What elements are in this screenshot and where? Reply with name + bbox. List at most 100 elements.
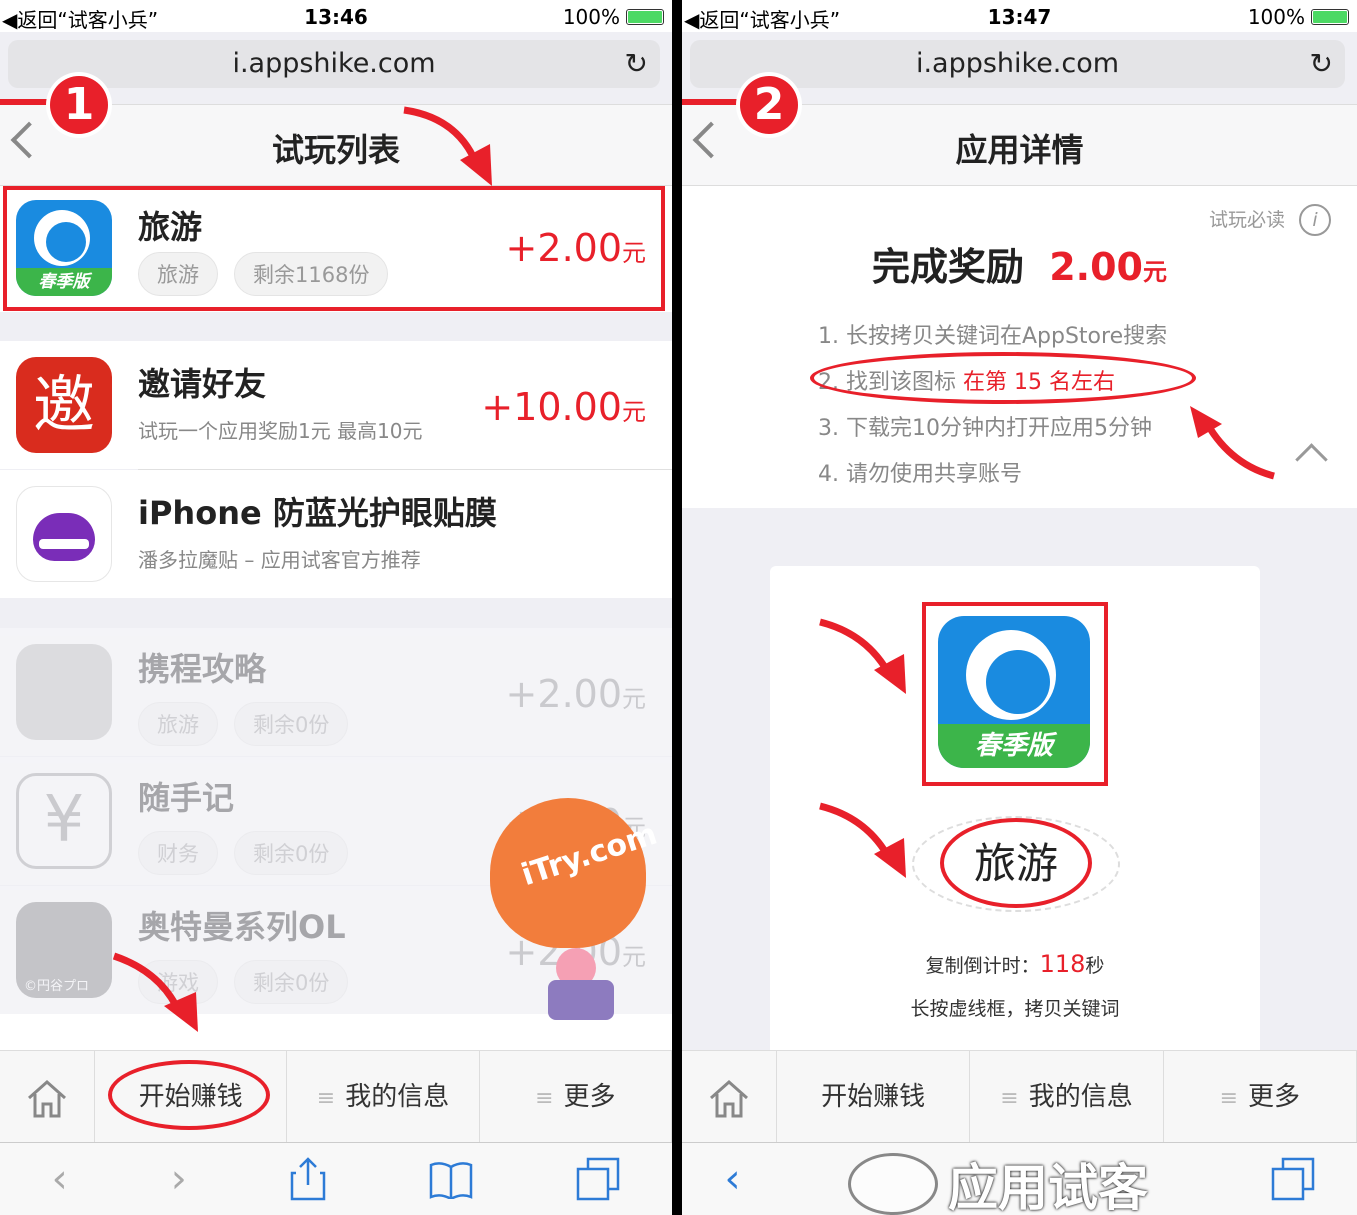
reward-price: +2.00元 <box>506 672 646 716</box>
tag-list: 财务 剩余0份 <box>138 831 364 875</box>
collapse-chevron-icon[interactable] <box>1295 443 1328 476</box>
tab-home[interactable] <box>0 1051 95 1143</box>
icon-caption: ©円谷プロ <box>24 979 90 994</box>
countdown-label: 复制倒计时： <box>925 955 1040 977</box>
info-icon: i <box>1299 204 1331 236</box>
countdown-value: 118 <box>1039 950 1086 978</box>
basket-icon <box>548 980 614 1020</box>
menu-icon: ≡ <box>1219 1086 1239 1111</box>
battery-status: 100% <box>563 5 664 29</box>
app-name: 携程攻略 <box>138 650 267 688</box>
remaining-tag: 剩余0份 <box>234 960 349 1004</box>
price-unit: 元 <box>622 398 646 426</box>
tab-label: 我的信息 <box>345 1082 450 1112</box>
rule-item: 3. 下载完10分钟内打开应用5分钟 <box>818 416 1152 441</box>
highlight-oval <box>108 1060 270 1130</box>
bookmarks-icon[interactable] <box>429 1159 473 1199</box>
address-bar[interactable]: i.appshike.com ↻ <box>8 40 660 88</box>
rules-list: 1. 长按拷贝关键词在AppStore搜索 2. 找到该图标 在第 15 名左右… <box>818 318 1167 502</box>
item-description: 试玩一个应用奖励1元 最高10元 <box>138 419 423 443</box>
tab-more[interactable]: ≡ 更多 <box>480 1051 672 1143</box>
reward-price: +10.00元 <box>481 385 646 429</box>
item-description: 潘多拉魔贴 – 应用试客官方推荐 <box>138 548 421 572</box>
must-read-link[interactable]: 试玩必读 i <box>1209 204 1331 236</box>
ctrip-guide-icon <box>16 644 112 740</box>
copy-hint: 长按虚线框，拷贝关键词 <box>910 998 1120 1020</box>
forward-icon[interactable]: › <box>171 1156 187 1202</box>
highlight-oval <box>940 818 1092 908</box>
countdown: 复制倒计时：118秒 <box>770 950 1260 978</box>
list-item-disabled: 携程攻略 旅游 剩余0份 +2.00元 <box>0 628 672 756</box>
annotation-arrow-icon <box>819 618 906 694</box>
back-icon[interactable]: ‹ <box>52 1156 68 1202</box>
tab-my-info[interactable]: ≡ 我的信息 <box>970 1051 1164 1143</box>
ultraman-icon: ©円谷プロ <box>16 902 112 998</box>
safari-toolbar: ‹ › <box>0 1142 672 1215</box>
balloon-mascot: iTry.com <box>490 798 661 1028</box>
tab-more[interactable]: ≡ 更多 <box>1164 1051 1357 1143</box>
category-tag: 旅游 <box>138 702 218 746</box>
app-name: 奥特曼系列OL <box>138 908 346 946</box>
countdown-unit: 秒 <box>1085 955 1105 977</box>
tab-label: 开始赚钱 <box>821 1082 926 1112</box>
tag-list: 旅游 剩余0份 <box>138 702 364 746</box>
tabs-icon[interactable] <box>576 1157 620 1201</box>
annotation-arrow-icon <box>1190 406 1275 480</box>
right-screen: ◀返回“试客小兵” 13:47 100% i.appshike.com ↻ 应用… <box>682 0 1357 1215</box>
price-value: +2.00 <box>505 672 622 716</box>
home-icon <box>28 1079 66 1117</box>
menu-icon: ≡ <box>316 1086 336 1111</box>
annotation-line <box>682 99 742 105</box>
share-icon[interactable] <box>290 1157 326 1201</box>
list-item-invite[interactable]: 邀 邀请好友 试玩一个应用奖励1元 最高10元 +10.00元 <box>0 341 672 469</box>
menu-icon: ≡ <box>535 1086 554 1111</box>
reward-value: 2.00 <box>1049 245 1143 289</box>
highlight-box <box>922 602 1108 786</box>
list-item-ad[interactable]: iPhone 防蓝光护眼贴膜 潘多拉魔贴 – 应用试客官方推荐 <box>0 470 672 598</box>
step-badge: 1 <box>50 76 108 134</box>
left-screen: ◀返回“试客小兵” 13:46 100% i.appshike.com ↻ 试玩… <box>0 0 672 1215</box>
reload-icon[interactable]: ↻ <box>625 40 648 88</box>
page-title: 试玩列表 <box>271 131 400 169</box>
status-bar: ◀返回“试客小兵” 13:46 100% <box>0 0 672 32</box>
battery-status: 100% <box>1248 5 1349 29</box>
remaining-tag: 剩余0份 <box>234 831 349 875</box>
url-text: i.appshike.com <box>232 48 436 79</box>
tab-my-info[interactable]: ≡ 我的信息 <box>287 1051 480 1143</box>
battery-percent: 100% <box>562 5 620 29</box>
annotation-arrow-icon <box>403 106 492 186</box>
page-title: 应用详情 <box>955 131 1084 169</box>
battery-percent: 100% <box>1247 5 1305 29</box>
must-read-label: 试玩必读 <box>1208 209 1285 231</box>
rule-item: 1. 长按拷贝关键词在AppStore搜索 <box>818 324 1168 349</box>
invite-icon: 邀 <box>16 357 112 453</box>
back-icon[interactable]: ‹ <box>725 1156 741 1202</box>
pandora-icon <box>16 486 112 582</box>
address-bar[interactable]: i.appshike.com ↻ <box>690 40 1345 88</box>
tab-label: 更多 <box>1248 1082 1301 1112</box>
menu-icon: ≡ <box>1000 1086 1019 1111</box>
home-icon <box>710 1079 748 1117</box>
item-name: iPhone 防蓝光护眼贴膜 <box>138 494 497 532</box>
tab-bar: 开始赚钱 ≡ 我的信息 ≡ 更多 <box>0 1050 672 1143</box>
reload-icon[interactable]: ↻ <box>1310 40 1333 88</box>
weibo-logo-icon <box>848 1153 938 1215</box>
battery-icon <box>626 9 664 25</box>
app-name: 随手记 <box>138 779 235 817</box>
reward-heading: 完成奖励 2.00元 <box>682 236 1357 291</box>
category-tag: 财务 <box>138 831 218 875</box>
item-name: 邀请好友 <box>138 365 267 403</box>
tab-start-earning[interactable]: 开始赚钱 <box>777 1051 971 1143</box>
tab-home[interactable] <box>682 1051 777 1143</box>
tab-bar: 开始赚钱 ≡ 我的信息 ≡ 更多 <box>682 1050 1357 1143</box>
battery-icon <box>1311 9 1349 25</box>
tabs-icon[interactable] <box>1271 1157 1315 1201</box>
status-bar: ◀返回“试客小兵” 13:47 100% <box>682 0 1357 32</box>
highlight-oval <box>810 352 1196 404</box>
weibo-watermark: 应用试客 <box>848 1148 1148 1215</box>
tab-label: 更多 <box>563 1082 616 1112</box>
remaining-tag: 剩余0份 <box>234 702 349 746</box>
step-badge: 2 <box>740 76 798 134</box>
yen-icon: ¥ <box>16 773 112 869</box>
reward-label: 完成奖励 <box>871 245 1024 289</box>
